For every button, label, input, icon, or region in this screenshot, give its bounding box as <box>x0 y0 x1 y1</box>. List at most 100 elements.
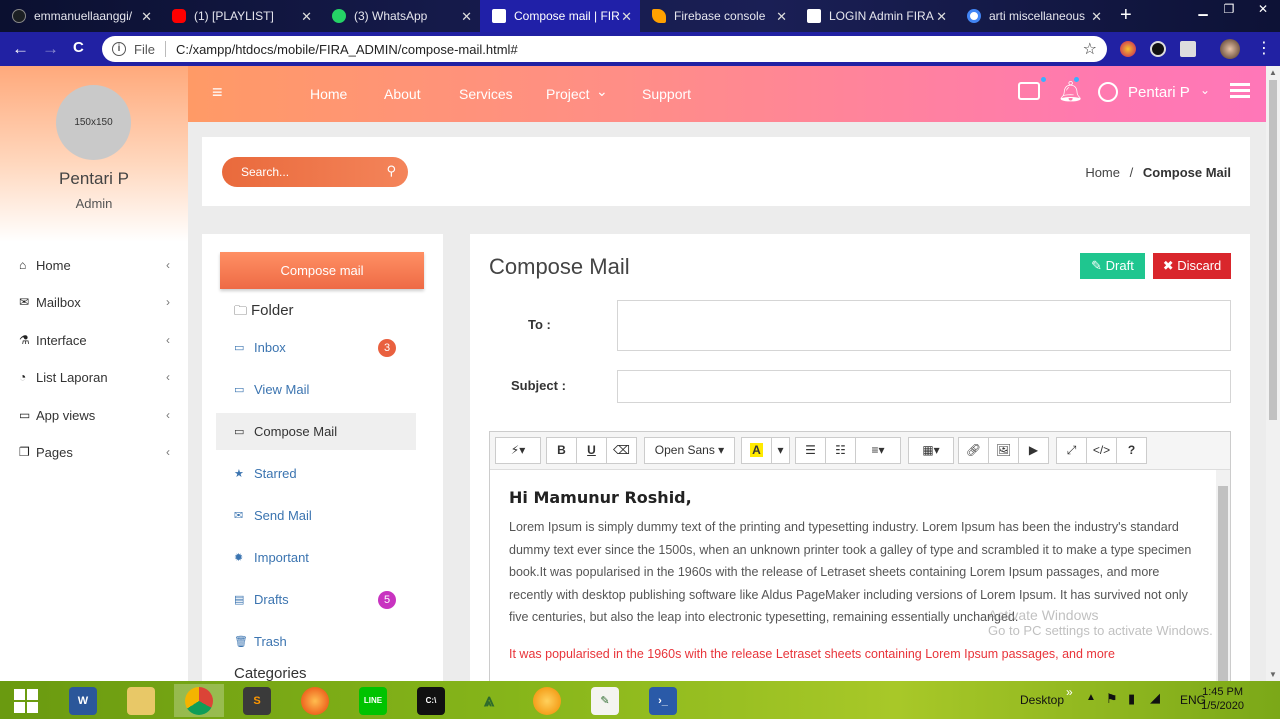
sidebar-item-list-laporan[interactable]: ◔ List Laporan ‹ <box>19 367 174 387</box>
nav-link-home[interactable]: Home <box>310 86 347 102</box>
info-icon[interactable]: i <box>112 42 126 56</box>
font-family-select[interactable]: Open Sans ▾ <box>644 437 735 464</box>
taskbar-powershell[interactable]: ›_ <box>638 684 688 717</box>
taskbar-explorer[interactable] <box>116 684 166 717</box>
sidebar-item-app-views[interactable]: ▭ App views ‹ <box>19 405 174 425</box>
unordered-list-button[interactable]: ☰ <box>795 437 826 464</box>
tab-youtube[interactable]: (1) [PLAYLIST] ✕ <box>160 0 320 32</box>
extension-icon[interactable] <box>1120 41 1136 57</box>
magic-style-button[interactable]: ⚡︎▾ <box>495 437 541 464</box>
url-bar[interactable]: i File C:/xampp/htdocs/mobile/FIRA_ADMIN… <box>102 36 1107 62</box>
minimize-icon[interactable]: ▁ <box>1190 0 1216 18</box>
scrollbar-thumb[interactable] <box>1269 80 1277 420</box>
taskbar-app[interactable]: ✎ <box>580 684 630 717</box>
tab-login-admin[interactable]: LOGIN Admin FIRA ✕ <box>795 0 955 32</box>
breadcrumb-home[interactable]: Home <box>1085 165 1120 180</box>
nav-link-project[interactable]: Project <box>546 86 590 102</box>
taskbar-word[interactable]: W <box>58 684 108 717</box>
close-tab-icon[interactable]: ✕ <box>936 9 947 25</box>
underline-button[interactable]: U <box>576 437 607 464</box>
more-menu-icon[interactable]: ⋮ <box>1256 38 1272 58</box>
show-hidden-icons[interactable]: ▲ <box>1086 692 1096 703</box>
forward-icon[interactable]: → <box>42 39 59 59</box>
codeview-button[interactable]: </> <box>1086 437 1117 464</box>
taskbar-line[interactable]: LINE <box>348 684 398 717</box>
search-icon[interactable]: ⚲ <box>386 163 396 179</box>
draft-button[interactable]: ✎ Draft <box>1080 253 1145 279</box>
scroll-down-icon[interactable]: ▼ <box>1269 670 1277 679</box>
subject-field[interactable] <box>617 370 1231 403</box>
tab-google[interactable]: arti miscellaneous ✕ <box>955 0 1110 32</box>
new-tab-button[interactable]: + <box>1120 4 1132 27</box>
avatar[interactable]: 150x150 <box>56 85 131 160</box>
video-button[interactable]: ▶ <box>1018 437 1049 464</box>
bell-icon[interactable]: 🔔︎ <box>1058 79 1083 104</box>
link-button[interactable]: 🔗︎ <box>958 437 989 464</box>
reload-icon[interactable]: C <box>73 39 84 56</box>
eraser-button[interactable]: ⌫ <box>606 437 637 464</box>
taskbar-sublime[interactable]: S <box>232 684 282 717</box>
font-color-dropdown[interactable]: ▾ <box>771 437 790 464</box>
nav-link-support[interactable]: Support <box>642 86 691 102</box>
nav-link-about[interactable]: About <box>384 86 421 102</box>
scroll-up-icon[interactable]: ▲ <box>1269 68 1277 77</box>
window-close-icon[interactable]: ✕ <box>1246 0 1280 18</box>
folder-item-drafts[interactable]: ▤ Drafts 5 <box>216 581 416 618</box>
sidebar-item-mailbox[interactable]: ✉ Mailbox › <box>19 292 174 312</box>
folder-item-inbox[interactable]: ▭ Inbox 3 <box>216 329 416 366</box>
taskbar-cmd[interactable]: C:\ <box>406 684 456 717</box>
back-icon[interactable]: ← <box>12 39 29 59</box>
folder-item-send-mail[interactable]: ✉ Send Mail <box>216 497 416 534</box>
sidebar-item-pages[interactable]: ❐ Pages ‹ <box>19 442 174 462</box>
discard-button[interactable]: ✖ Discard <box>1153 253 1231 279</box>
user-circle-icon[interactable] <box>1098 82 1118 102</box>
sidebar-item-interface[interactable]: ⚗ Interface ‹ <box>19 330 174 350</box>
folder-item-view-mail[interactable]: ▭ View Mail <box>216 371 416 408</box>
table-button[interactable]: ▦▾ <box>908 437 954 464</box>
system-clock[interactable]: 1:45 PM 1/5/2020 <box>1201 685 1244 713</box>
fullscreen-button[interactable]: ⤢ <box>1056 437 1087 464</box>
extension-icon[interactable] <box>1150 41 1166 57</box>
wifi-icon[interactable]: ◢ <box>1150 690 1160 706</box>
search-box[interactable]: ⚲ <box>222 157 408 187</box>
compose-mail-button[interactable]: Compose mail <box>220 252 424 289</box>
scrollbar-thumb[interactable] <box>1218 486 1228 681</box>
taskbar-firefox[interactable] <box>290 684 340 717</box>
bold-button[interactable]: B <box>546 437 577 464</box>
toolbar-expand-icon[interactable]: » <box>1066 685 1073 699</box>
tab-compose-mail[interactable]: Compose mail | FIR ✕ <box>480 0 640 32</box>
editor-body[interactable]: Hi Mamunur Roshid, Lorem Ipsum is simply… <box>490 470 1216 681</box>
start-button[interactable] <box>0 684 52 717</box>
taskbar-chrome[interactable] <box>174 684 224 717</box>
close-tab-icon[interactable]: ✕ <box>776 9 787 25</box>
desktop-toolbar-label[interactable]: Desktop <box>1020 693 1064 707</box>
extension-icon[interactable] <box>1180 41 1196 57</box>
ordered-list-button[interactable]: ☷ <box>825 437 856 464</box>
nav-link-services[interactable]: Services <box>459 86 513 102</box>
profile-avatar-icon[interactable] <box>1220 39 1240 59</box>
picture-button[interactable]: 🖼︎ <box>988 437 1019 464</box>
tab-whatsapp[interactable]: (3) WhatsApp ✕ <box>320 0 480 32</box>
action-center-icon[interactable]: ⚑ <box>1106 691 1118 707</box>
url-text[interactable]: C:/xampp/htdocs/mobile/FIRA_ADMIN/compos… <box>176 42 518 57</box>
font-color-button[interactable]: A <box>741 437 772 464</box>
folder-item-starred[interactable]: ★ Starred <box>216 455 416 492</box>
close-tab-icon[interactable]: ✕ <box>301 9 312 25</box>
page-scrollbar[interactable]: ▲ ▼ <box>1266 66 1280 681</box>
battery-icon[interactable]: ▮ <box>1128 691 1135 707</box>
editor-scrollbar[interactable] <box>1216 470 1230 681</box>
settings-panel-icon[interactable] <box>1230 83 1250 99</box>
search-input[interactable] <box>222 165 372 179</box>
to-field[interactable] <box>617 300 1231 351</box>
sidebar-item-home[interactable]: ⌂ Home ‹ <box>19 255 174 275</box>
restore-icon[interactable]: ❐ <box>1216 0 1242 18</box>
close-tab-icon[interactable]: ✕ <box>461 9 472 25</box>
paragraph-align-button[interactable]: ≡▾ <box>855 437 901 464</box>
folder-item-compose-mail[interactable]: ▭ Compose Mail <box>216 413 416 450</box>
folder-item-important[interactable]: ✹ Important <box>216 539 416 576</box>
hamburger-menu-icon[interactable]: ≡ <box>212 82 223 103</box>
chat-icon[interactable] <box>1018 82 1040 100</box>
close-tab-icon[interactable]: ✕ <box>141 9 152 25</box>
help-button[interactable]: ? <box>1116 437 1147 464</box>
bookmark-star-icon[interactable]: ☆ <box>1083 39 1097 59</box>
